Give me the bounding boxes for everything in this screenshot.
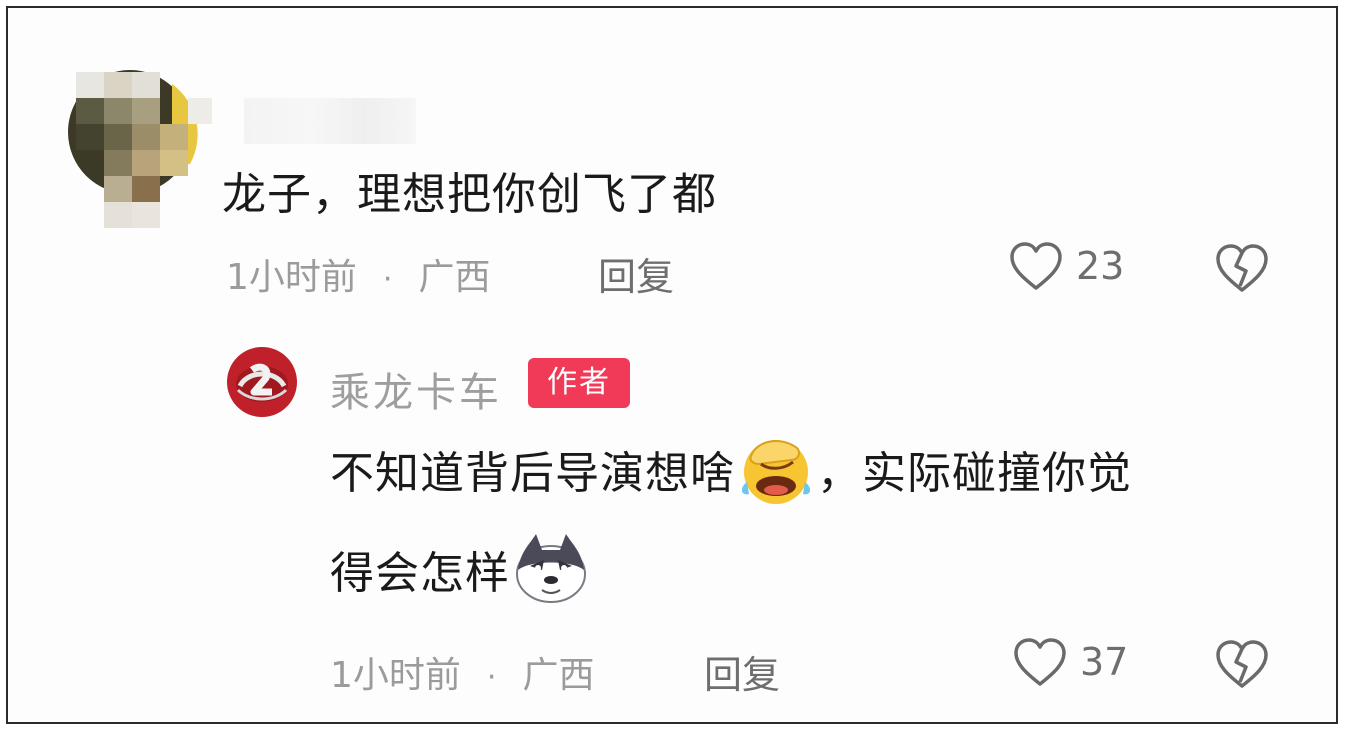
reply-text-line-2: 得会怎样 [330,530,592,608]
commenter-avatar[interactable] [62,44,212,244]
author-avatar[interactable] [226,346,298,418]
meta-separator: · [382,262,393,297]
commenter-username-blurred [244,98,416,144]
reply-meta: 1小时前 · 广西 [330,646,594,698]
comment-location: 广西 [418,257,491,298]
husky-dog-emoji-icon [516,534,586,603]
author-badge: 作者 [528,358,630,408]
reply-like-count: 37 [1080,640,1129,684]
facepalm-laughing-emoji-icon [741,440,811,504]
comment-reply-button[interactable]: 回复 [598,246,674,301]
comment-like-count: 23 [1076,244,1125,288]
reply-location: 广西 [522,655,595,696]
comment-text: 龙子，理想把你创飞了都 [222,169,717,220]
reply-text-line-1: 不知道背后导演想啥 ，实际碰撞你觉 [330,430,1132,508]
heart-icon [1014,638,1066,686]
reply-time: 1小时前 [330,655,461,696]
reply-text-part-3: 得会怎样 [330,548,510,599]
heart-icon [1010,242,1062,290]
comment-meta: 1小时前 · 广西 [226,248,490,300]
reply-text-part-1: 不知道背后导演想啥 [330,448,735,499]
comment-time: 1小时前 [226,257,357,298]
broken-heart-icon[interactable] [1214,242,1270,294]
reply-text-part-2: ，实际碰撞你觉 [817,448,1132,499]
comment-like-button[interactable]: 23 [1008,240,1124,292]
reply-like-button[interactable]: 37 [1012,636,1128,688]
broken-heart-icon[interactable] [1214,638,1270,690]
author-name[interactable]: 乘龙卡车 [330,360,502,418]
reply-reply-button[interactable]: 回复 [704,644,780,699]
meta-separator: · [486,660,497,695]
